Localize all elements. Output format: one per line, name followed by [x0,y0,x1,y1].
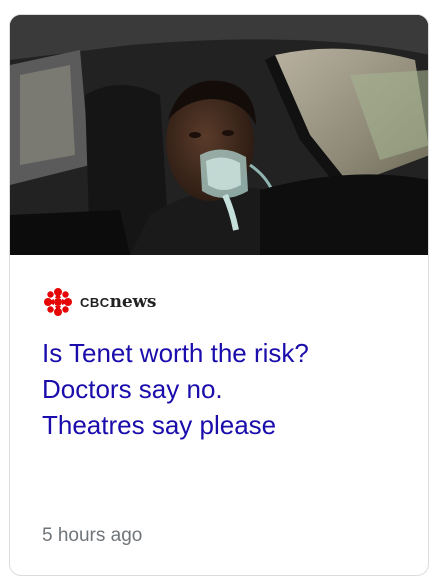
published-time: 5 hours ago [42,525,143,546]
article-headline-link[interactable]: Is Tenet worth the risk? Doctors say no.… [42,335,402,443]
source-row[interactable]: CBCnews [42,287,156,317]
article-thumbnail[interactable] [10,15,428,255]
news-card[interactable]: CBCnews Is Tenet worth the risk? Doctors… [9,14,429,576]
card-body: CBCnews Is Tenet worth the risk? Doctors… [10,255,428,575]
source-name: CBCnews [80,292,156,312]
source-wordmark: news [109,292,157,312]
cbc-gem-icon [44,288,72,316]
thumbnail-image [10,15,428,255]
source-prefix: CBC [80,295,110,310]
